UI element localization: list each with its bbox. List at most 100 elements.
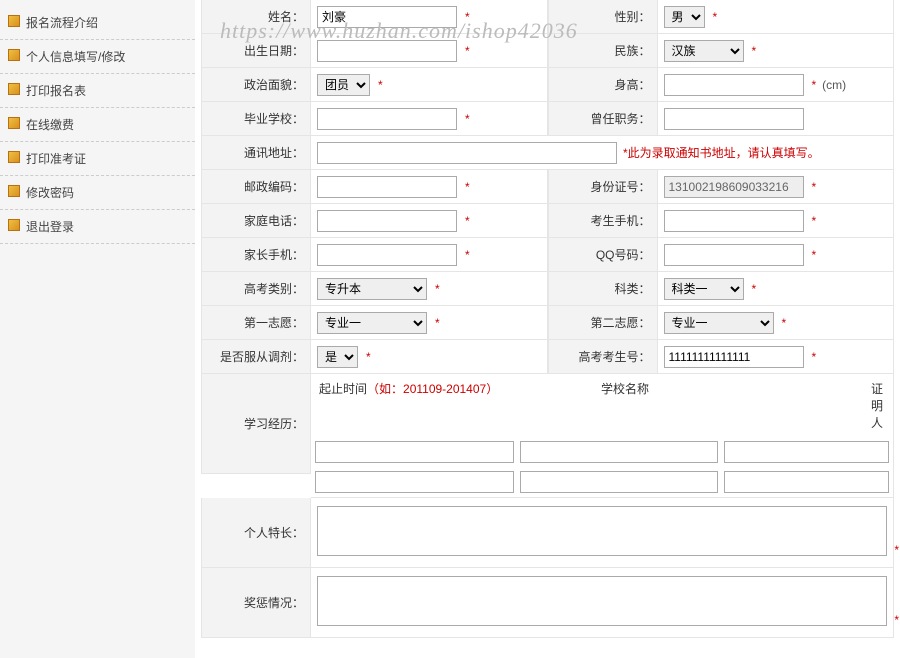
label-obey: 是否服从调剂： xyxy=(201,340,311,374)
address-hint: *此为录取通知书地址，请认真填写。 xyxy=(623,144,820,161)
exam-type-select[interactable]: 专升本 xyxy=(317,278,427,300)
edu-date-input-1[interactable] xyxy=(315,441,514,463)
sidebar-item-label: 打印报名表 xyxy=(26,84,86,98)
label-ethnicity: 民族： xyxy=(548,34,658,68)
sidebar-item-label: 报名流程介绍 xyxy=(26,16,98,30)
sidebar-item-label: 打印准考证 xyxy=(26,152,86,166)
address-input[interactable] xyxy=(317,142,617,164)
label-id-number: 身份证号： xyxy=(548,170,658,204)
required-asterisk: * xyxy=(366,350,371,364)
former-position-input[interactable] xyxy=(664,108,804,130)
edu-history-header: 起止时间（如：201109-201407） 学校名称 证明人 xyxy=(311,374,893,437)
required-asterisk: * xyxy=(465,248,470,262)
height-unit: (cm) xyxy=(822,78,846,92)
sidebar-item-personal-info[interactable]: 个人信息填写/修改 xyxy=(0,40,195,74)
required-asterisk: * xyxy=(378,78,383,92)
edu-date-input-2[interactable] xyxy=(315,471,514,493)
postcode-input[interactable] xyxy=(317,176,457,198)
label-exam-type: 高考类别： xyxy=(201,272,311,306)
label-specialty: 个人特长： xyxy=(201,498,311,568)
col-school-label: 学校名称 xyxy=(511,374,751,437)
required-asterisk: * xyxy=(465,112,470,126)
label-exam-id: 高考考生号： xyxy=(548,340,658,374)
height-input[interactable] xyxy=(664,74,804,96)
folder-icon xyxy=(8,15,20,27)
choice1-select[interactable]: 专业一 xyxy=(317,312,427,334)
home-phone-input[interactable] xyxy=(317,210,457,232)
sidebar-item-label: 修改密码 xyxy=(26,186,74,200)
parent-phone-input[interactable] xyxy=(317,244,457,266)
col-witness-label: 证明人 xyxy=(751,374,893,437)
required-asterisk: * xyxy=(713,10,718,24)
edu-school-input-1[interactable] xyxy=(520,441,719,463)
label-home-phone: 家庭电话： xyxy=(201,204,311,238)
school-input[interactable] xyxy=(317,108,457,130)
obey-select[interactable]: 是 xyxy=(317,346,358,368)
required-asterisk: * xyxy=(812,350,817,364)
required-asterisk: * xyxy=(894,543,899,557)
folder-icon xyxy=(8,219,20,231)
label-birthdate: 出生日期： xyxy=(201,34,311,68)
label-choice2: 第二志愿： xyxy=(548,306,658,340)
edu-witness-input-2[interactable] xyxy=(724,471,889,493)
edu-witness-input-1[interactable] xyxy=(724,441,889,463)
required-asterisk: * xyxy=(812,248,817,262)
qq-input[interactable] xyxy=(664,244,804,266)
political-select[interactable]: 团员 xyxy=(317,74,370,96)
sidebar-nav: 报名流程介绍 个人信息填写/修改 打印报名表 在线缴费 打印准考证 修改密码 退… xyxy=(0,0,195,658)
sidebar-item-label: 在线缴费 xyxy=(26,118,74,132)
required-asterisk: * xyxy=(435,316,440,330)
required-asterisk: * xyxy=(752,282,757,296)
sidebar-item-process[interactable]: 报名流程介绍 xyxy=(0,6,195,40)
required-asterisk: * xyxy=(782,316,787,330)
folder-icon xyxy=(8,185,20,197)
required-asterisk: * xyxy=(812,180,817,194)
required-asterisk: * xyxy=(465,214,470,228)
sidebar-item-label: 个人信息填写/修改 xyxy=(26,50,125,64)
label-candidate-phone: 考生手机： xyxy=(548,204,658,238)
ethnicity-select[interactable]: 汉族 xyxy=(664,40,744,62)
required-asterisk: * xyxy=(465,44,470,58)
folder-icon xyxy=(8,83,20,95)
required-asterisk: * xyxy=(465,180,470,194)
sidebar-item-print-form[interactable]: 打印报名表 xyxy=(0,74,195,108)
subject-select[interactable]: 科类一 xyxy=(664,278,744,300)
choice2-select[interactable]: 专业一 xyxy=(664,312,774,334)
specialty-textarea[interactable] xyxy=(317,506,887,556)
label-parent-phone: 家长手机： xyxy=(201,238,311,272)
candidate-phone-input[interactable] xyxy=(664,210,804,232)
label-subject: 科类： xyxy=(548,272,658,306)
label-school: 毕业学校： xyxy=(201,102,311,136)
label-postcode: 邮政编码： xyxy=(201,170,311,204)
required-asterisk: * xyxy=(435,282,440,296)
label-choice1: 第一志愿： xyxy=(201,306,311,340)
col-date-label: 起止时间 xyxy=(319,382,367,396)
name-input[interactable] xyxy=(317,6,457,28)
sidebar-item-logout[interactable]: 退出登录 xyxy=(0,210,195,244)
exam-id-input[interactable] xyxy=(664,346,804,368)
sidebar-item-change-password[interactable]: 修改密码 xyxy=(0,176,195,210)
label-gender: 性别： xyxy=(548,0,658,34)
required-asterisk: * xyxy=(465,10,470,24)
label-qq: QQ号码： xyxy=(548,238,658,272)
label-address: 通讯地址： xyxy=(201,136,311,170)
label-former-position: 曾任职务： xyxy=(548,102,658,136)
required-asterisk: * xyxy=(812,214,817,228)
label-name: 姓名： xyxy=(201,0,311,34)
required-asterisk: * xyxy=(812,78,817,92)
award-textarea[interactable] xyxy=(317,576,887,626)
gender-select[interactable]: 男 xyxy=(664,6,705,28)
label-political: 政治面貌： xyxy=(201,68,311,102)
required-asterisk: * xyxy=(894,613,899,627)
label-height: 身高： xyxy=(548,68,658,102)
folder-icon xyxy=(8,49,20,61)
sidebar-item-print-ticket[interactable]: 打印准考证 xyxy=(0,142,195,176)
sidebar-item-payment[interactable]: 在线缴费 xyxy=(0,108,195,142)
form-main: 姓名： * 性别： 男 * 出生日期： * 民族： 汉族 * 政治面貌： 团员 * 身… xyxy=(195,0,900,658)
birthdate-input[interactable] xyxy=(317,40,457,62)
sidebar-item-label: 退出登录 xyxy=(26,220,74,234)
label-edu-history: 学习经历： xyxy=(201,374,311,474)
col-date-hint: （如：201109-201407） xyxy=(367,382,498,396)
folder-icon xyxy=(8,117,20,129)
edu-school-input-2[interactable] xyxy=(520,471,719,493)
